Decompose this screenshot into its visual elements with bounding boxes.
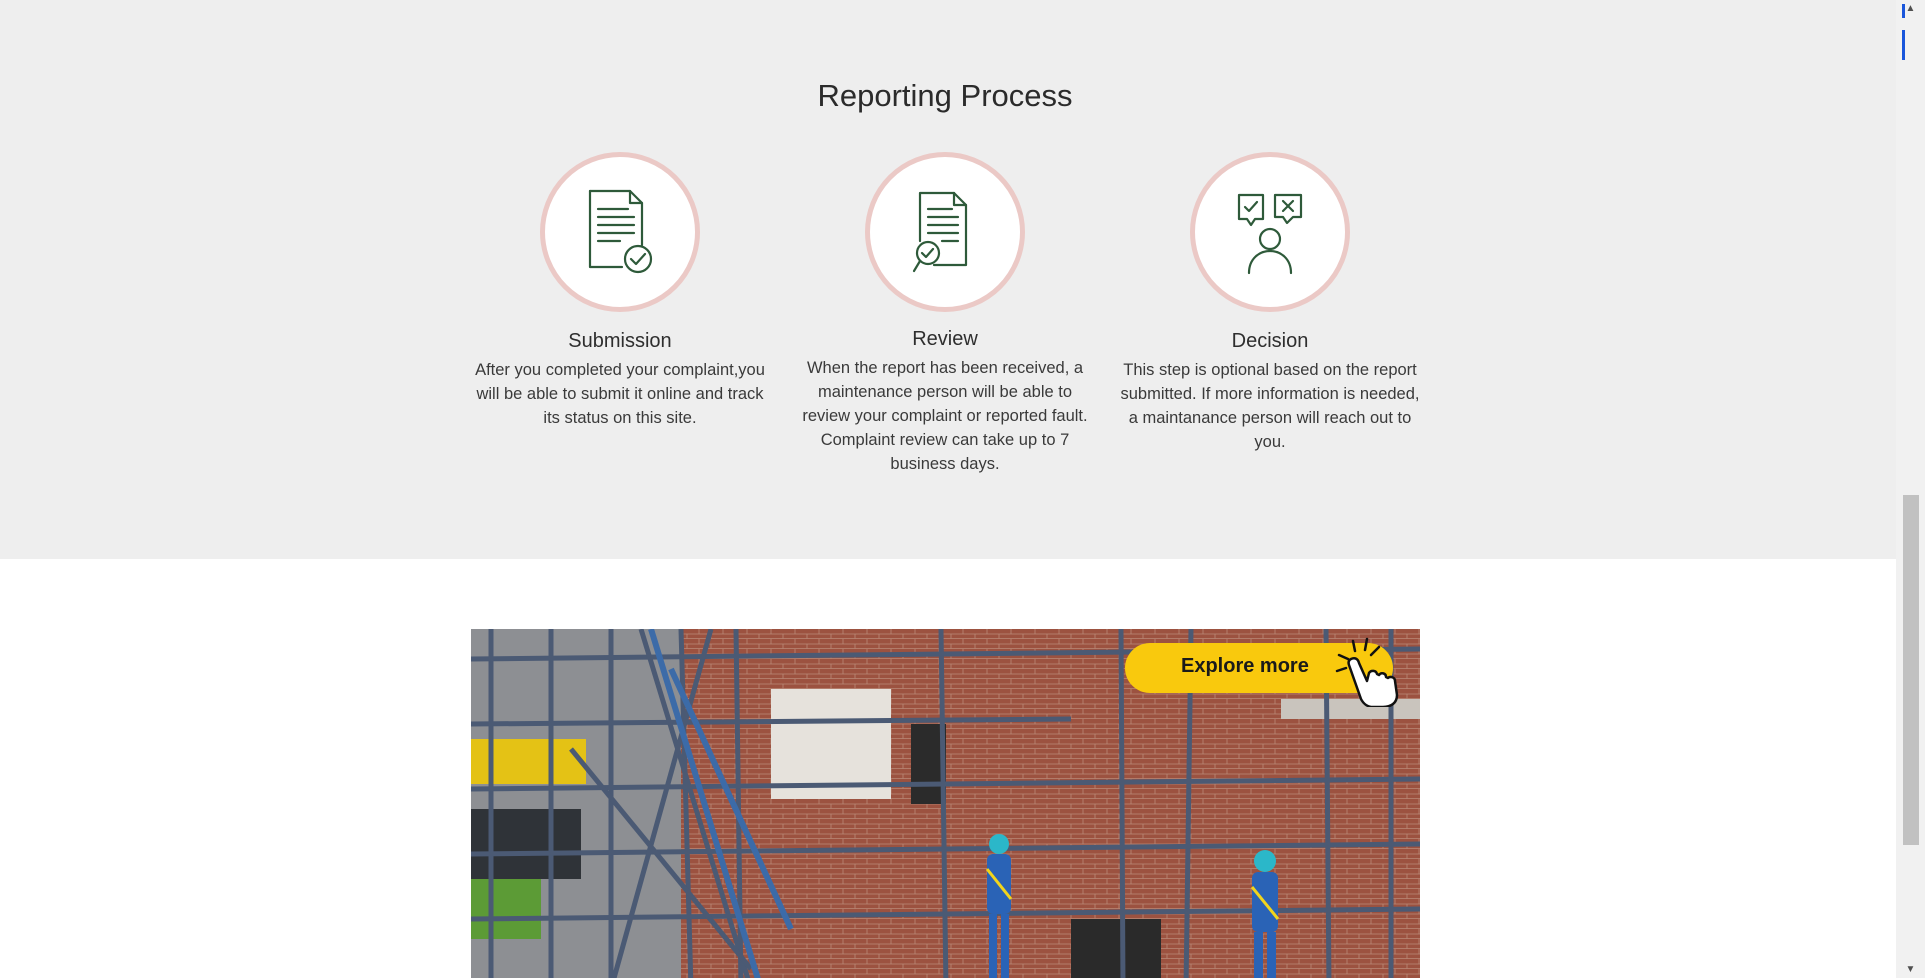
pointing-hand-icon [1335,637,1399,707]
scroll-position-marker [1902,30,1905,60]
step-icon-circle [865,152,1025,312]
document-check-icon [588,189,653,274]
step-title: Review [912,328,978,350]
scroll-position-marker [1902,4,1905,18]
reporting-process-section: Reporting Process Submission After you c [0,0,1896,559]
step-icon-circle [540,152,700,312]
step-description: When the report has been received, a mai… [802,359,1088,473]
step-icon-circle [1190,152,1350,312]
step-description: After you completed your complaint,you w… [475,361,765,427]
step-description: This step is optional based on the repor… [1120,361,1420,451]
scroll-down-arrow-icon[interactable]: ▼ [1896,961,1925,978]
person-decision-icon [1237,193,1303,275]
explore-more-label: Explore more [1181,655,1309,677]
step-title: Submission [568,330,672,352]
step-submission: Submission After you completed your comp… [470,152,770,430]
section-title: Reporting Process [817,78,1073,113]
step-review: Review When the report has been received… [795,152,1095,476]
scroll-up-arrow-icon[interactable]: ▲ [1896,0,1925,17]
page: Reporting Process Submission After you c [0,0,1896,978]
document-magnifier-icon [912,191,968,273]
scaffolding-banner-image: Explore more [471,629,1420,978]
explore-more-button[interactable]: Explore more [1125,637,1399,707]
step-decision: Decision This step is optional based on … [1120,152,1420,454]
step-title: Decision [1231,330,1309,352]
scrollbar-thumb[interactable] [1903,495,1919,845]
vertical-scrollbar[interactable]: ▲ ▼ [1896,0,1925,978]
